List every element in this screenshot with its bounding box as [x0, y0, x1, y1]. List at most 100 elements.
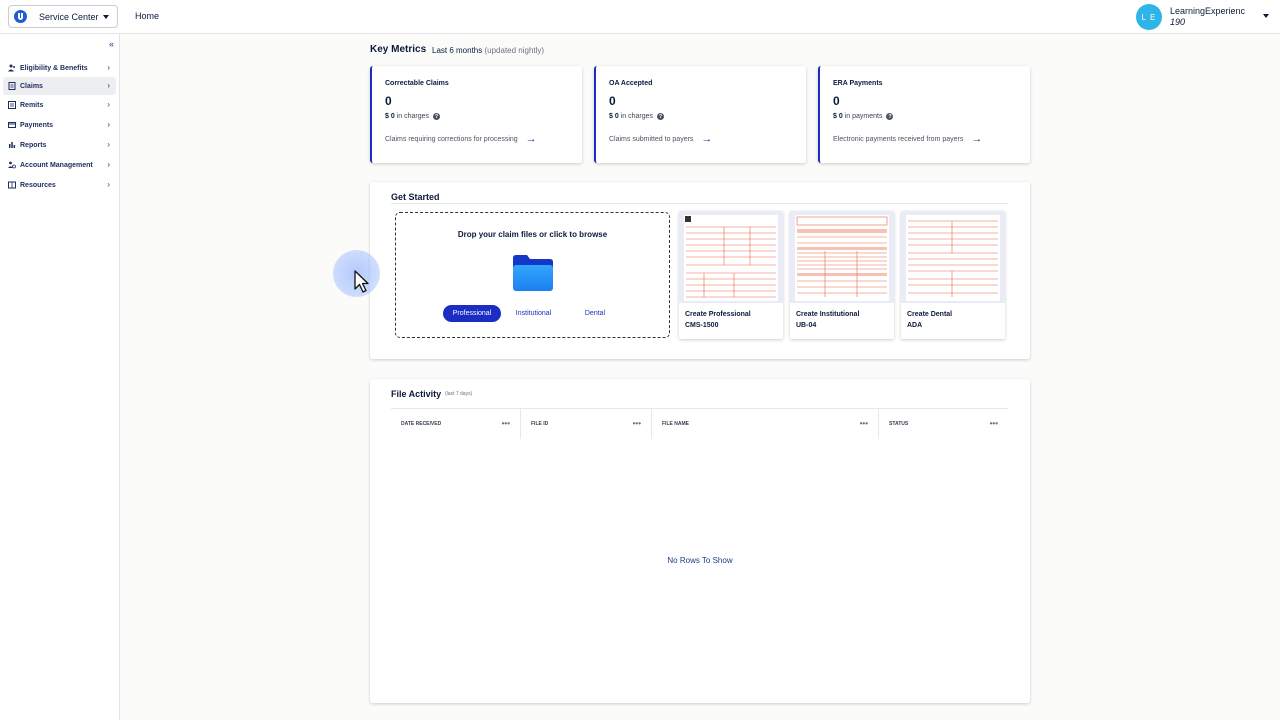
sidebar-item-payments[interactable]: Payments ›: [3, 116, 116, 134]
form-card-code: ADA: [907, 322, 923, 329]
sidebar: « Eligibility & Benefits › Claims › Remi…: [0, 34, 120, 720]
sidebar-item-label: Resources: [20, 181, 56, 189]
metric-description: Claims submitted to payers →: [609, 133, 712, 145]
metric-card-oa-accepted[interactable]: OA Accepted 0 $ 0 in charges ? Claims su…: [594, 66, 806, 163]
metric-description: Claims requiring corrections for process…: [385, 133, 537, 145]
create-dental-card[interactable]: Create Dental ADA: [901, 211, 1005, 339]
user-name[interactable]: LearningExperienc: [1170, 6, 1245, 16]
column-menu-icon[interactable]: •••: [990, 419, 998, 428]
segment-professional[interactable]: Professional: [443, 305, 501, 322]
metric-title: Correctable Claims: [385, 80, 449, 87]
sidebar-item-account-management[interactable]: Account Management ›: [3, 156, 116, 174]
top-bar: Service Center Home L E LearningExperien…: [0, 0, 1280, 34]
sidebar-item-label: Reports: [20, 141, 47, 149]
chevron-down-icon: [103, 15, 109, 19]
sidebar-item-resources[interactable]: Resources ›: [3, 176, 116, 194]
sidebar-item-remits[interactable]: Remits ›: [3, 96, 116, 114]
app-logo-icon: [14, 10, 27, 23]
mouse-pointer-icon: [354, 270, 369, 293]
segment-institutional[interactable]: Institutional: [506, 305, 561, 322]
receipt-icon: [8, 101, 16, 109]
column-menu-icon[interactable]: •••: [502, 419, 510, 428]
form-card-code: UB-04: [796, 322, 817, 329]
chevron-right-icon: ›: [107, 160, 110, 169]
file-activity-panel: File Activity (last 7 days) DATE RECEIVE…: [370, 379, 1030, 703]
column-header-file-name[interactable]: FILE NAME •••: [652, 408, 879, 439]
create-professional-card[interactable]: Create Professional CMS-1500: [679, 211, 783, 339]
metric-value: 0: [833, 94, 840, 108]
sidebar-item-label: Claims: [20, 82, 43, 90]
metric-amount: $ 0 in charges ?: [609, 113, 665, 120]
form-card-title: Create Institutional: [796, 311, 860, 318]
file-activity-subtitle: (last 7 days): [445, 391, 473, 397]
form-card-title: Create Dental: [907, 311, 953, 318]
collapse-sidebar-icon[interactable]: «: [109, 39, 114, 49]
description-text: Claims submitted to payers: [609, 135, 694, 143]
book-icon: [8, 181, 16, 189]
arrow-right-icon[interactable]: →: [526, 133, 537, 145]
create-institutional-card[interactable]: Create Institutional UB-04: [790, 211, 894, 339]
metric-description: Electronic payments received from payers…: [833, 133, 982, 145]
metric-amount: $ 0 in charges ?: [385, 113, 441, 120]
service-center-dropdown[interactable]: Service Center: [8, 5, 118, 28]
dropzone-text: Drop your claim files or click to browse: [457, 230, 608, 239]
people-icon: [8, 64, 16, 72]
users-gear-icon: [8, 161, 16, 169]
user-avatar[interactable]: L E: [1136, 4, 1162, 30]
user-id: 190: [1170, 17, 1186, 27]
metric-title: OA Accepted: [609, 80, 653, 87]
divider: [391, 203, 1008, 204]
amount-value: $ 0: [385, 113, 395, 120]
ub-04-form-thumbnail: [790, 211, 894, 303]
help-icon[interactable]: ?: [886, 113, 894, 120]
file-activity-title: File Activity: [391, 389, 442, 399]
empty-table-message: No Rows To Show: [667, 556, 733, 565]
column-header-file-id[interactable]: FILE ID •••: [521, 408, 652, 439]
sidebar-item-label: Payments: [20, 121, 54, 129]
amount-suffix: in payments: [844, 113, 883, 120]
home-link[interactable]: Home: [135, 11, 159, 21]
document-icon: [8, 82, 16, 90]
column-header-status[interactable]: STATUS •••: [879, 408, 1008, 439]
user-menu-chevron-icon[interactable]: [1263, 14, 1269, 18]
claim-file-dropzone[interactable]: Drop your claim files or click to browse…: [395, 212, 670, 338]
column-label: FILE NAME: [662, 420, 689, 427]
cms-1500-form-thumbnail: [679, 211, 783, 303]
sidebar-item-eligibility-benefits[interactable]: Eligibility & Benefits ›: [3, 59, 116, 77]
description-text: Claims requiring corrections for process…: [385, 135, 518, 143]
metric-card-era-payments[interactable]: ERA Payments 0 $ 0 in payments ? Electro…: [818, 66, 1030, 163]
sidebar-item-claims[interactable]: Claims ›: [3, 77, 116, 95]
chevron-right-icon: ›: [107, 100, 110, 109]
help-icon[interactable]: ?: [657, 113, 665, 120]
column-menu-icon[interactable]: •••: [633, 419, 641, 428]
chevron-right-icon: ›: [107, 180, 110, 189]
key-metrics-period: Last 6 months (updated nightly): [432, 46, 544, 55]
column-label: FILE ID: [531, 420, 549, 427]
column-header-date-received[interactable]: DATE RECEIVED •••: [391, 408, 521, 439]
metric-value: 0: [385, 94, 392, 108]
card-icon: [8, 121, 16, 129]
folder-icon: [513, 255, 553, 291]
form-card-code: CMS-1500: [685, 322, 719, 329]
get-started-title: Get Started: [391, 192, 440, 202]
period-label: Last 6 months: [432, 46, 483, 55]
amount-suffix: in charges: [396, 113, 430, 120]
help-icon[interactable]: ?: [433, 113, 441, 120]
metric-card-correctable-claims[interactable]: Correctable Claims 0 $ 0 in charges ? Cl…: [370, 66, 582, 163]
form-card-title: Create Professional: [685, 311, 751, 318]
chevron-right-icon: ›: [107, 120, 110, 129]
amount-suffix: in charges: [620, 113, 654, 120]
sidebar-item-label: Remits: [20, 101, 44, 109]
metric-value: 0: [609, 94, 616, 108]
column-menu-icon[interactable]: •••: [860, 419, 868, 428]
metric-title: ERA Payments: [833, 80, 883, 87]
chevron-right-icon: ›: [107, 81, 110, 90]
sidebar-item-reports[interactable]: Reports ›: [3, 136, 116, 154]
arrow-right-icon[interactable]: →: [971, 133, 982, 145]
service-center-label: Service Center: [39, 11, 99, 22]
ada-form-thumbnail: [901, 211, 1005, 303]
segment-dental[interactable]: Dental: [571, 305, 619, 322]
arrow-right-icon[interactable]: →: [701, 133, 712, 145]
description-text: Electronic payments received from payers: [833, 135, 964, 143]
column-label: DATE RECEIVED: [401, 420, 442, 427]
